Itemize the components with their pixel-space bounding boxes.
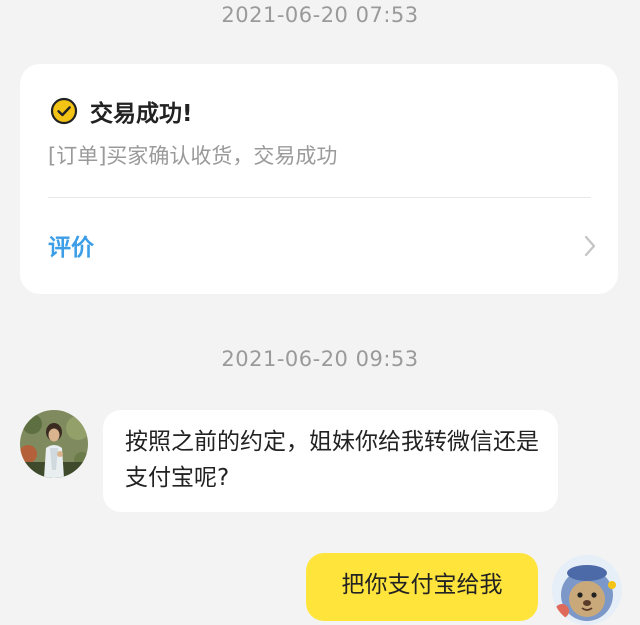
check-circle-icon: [50, 97, 78, 125]
review-label: 评价: [48, 235, 94, 261]
order-status-description: [订单]买家确认收货，交易成功: [48, 144, 338, 168]
incoming-message-bubble[interactable]: 按照之前的约定，姐妹你给我转微信还是支付宝呢?: [103, 410, 558, 512]
order-status-card[interactable]: 交易成功! [订单]买家确认收货，交易成功 评价: [20, 64, 618, 294]
sender-avatar[interactable]: [20, 410, 88, 478]
incoming-message-text: 按照之前的约定，姐妹你给我转微信还是支付宝呢?: [125, 429, 539, 491]
outgoing-message-bubble[interactable]: 把你支付宝给我: [306, 553, 538, 621]
order-status-title: 交易成功!: [90, 101, 193, 127]
message-timestamp: 2021-06-20 09:53: [221, 347, 419, 371]
review-button[interactable]: 评价: [20, 198, 618, 294]
order-title-row: 交易成功!: [50, 94, 193, 128]
chevron-right-icon: [583, 234, 597, 258]
message-timestamp: 2021-06-20 07:53: [221, 3, 419, 27]
chat-screen: 2021-06-20 07:53 交易成功! [订单]买家确认收货，交易成功 评…: [0, 0, 640, 625]
my-avatar[interactable]: [552, 555, 622, 625]
outgoing-message-text: 把你支付宝给我: [341, 572, 503, 598]
